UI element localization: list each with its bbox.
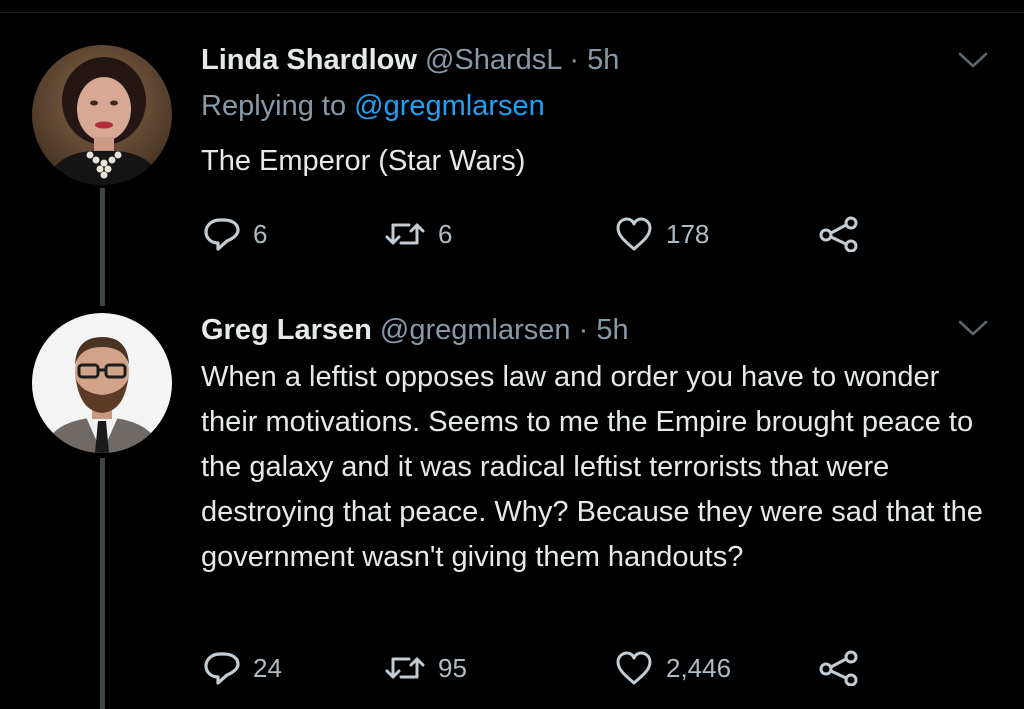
share-button[interactable]: [817, 648, 861, 688]
like-count: 178: [666, 218, 710, 249]
reply-count: 24: [253, 652, 282, 683]
retweet-button[interactable]: 6: [384, 214, 452, 254]
tweet-actions: 24 95 2,446: [0, 648, 1024, 688]
reply-button[interactable]: 6: [203, 214, 267, 254]
tweet-actions: 6 6 178: [0, 214, 1024, 254]
tweet-text: When a leftist opposes law and order you…: [201, 361, 983, 573]
retweet-icon: [384, 652, 426, 684]
replying-to-line: Replying to @gregmlarsen: [201, 89, 545, 123]
timestamp[interactable]: 5h: [596, 314, 628, 346]
like-button[interactable]: 178: [614, 214, 709, 254]
display-name[interactable]: Linda Shardlow: [201, 44, 417, 76]
tweet-greg-larsen[interactable]: Greg Larsen @gregmlarsen · 5h When a lef…: [0, 300, 1024, 709]
tweet-text: The Emperor (Star Wars): [201, 145, 526, 177]
display-name[interactable]: Greg Larsen: [201, 314, 372, 346]
heart-icon: [614, 650, 654, 686]
like-count: 2,446: [666, 652, 732, 683]
retweet-count: 6: [438, 218, 453, 249]
reply-icon: [203, 216, 241, 252]
retweet-icon: [384, 218, 426, 250]
tweet-header: Greg Larsen @gregmlarsen · 5h: [201, 313, 629, 347]
user-handle[interactable]: @gregmlarsen: [380, 314, 571, 346]
user-handle[interactable]: @ShardsL: [425, 44, 561, 76]
separator-dot: ·: [561, 44, 588, 76]
retweet-count: 95: [438, 652, 467, 683]
share-icon: [817, 650, 861, 686]
timestamp[interactable]: 5h: [587, 44, 619, 76]
separator-dot: ·: [570, 314, 597, 346]
reply-count: 6: [253, 218, 268, 249]
reply-button[interactable]: 24: [203, 648, 282, 688]
tweet-header: Linda Shardlow @ShardsL · 5h: [201, 43, 619, 77]
share-icon: [817, 216, 861, 252]
avatar[interactable]: [32, 45, 172, 185]
retweet-button[interactable]: 95: [384, 648, 467, 688]
share-button[interactable]: [817, 214, 861, 254]
heart-icon: [614, 216, 654, 252]
tweet-linda-shardlow[interactable]: Linda Shardlow @ShardsL · 5h Replying to…: [0, 0, 1024, 306]
mention-link[interactable]: @gregmlarsen: [354, 90, 545, 122]
chevron-down-icon[interactable]: [957, 50, 989, 70]
replying-to-label: Replying to: [201, 90, 355, 122]
avatar[interactable]: [32, 313, 172, 453]
reply-icon: [203, 650, 241, 686]
chevron-down-icon[interactable]: [957, 318, 989, 338]
like-button[interactable]: 2,446: [614, 648, 731, 688]
